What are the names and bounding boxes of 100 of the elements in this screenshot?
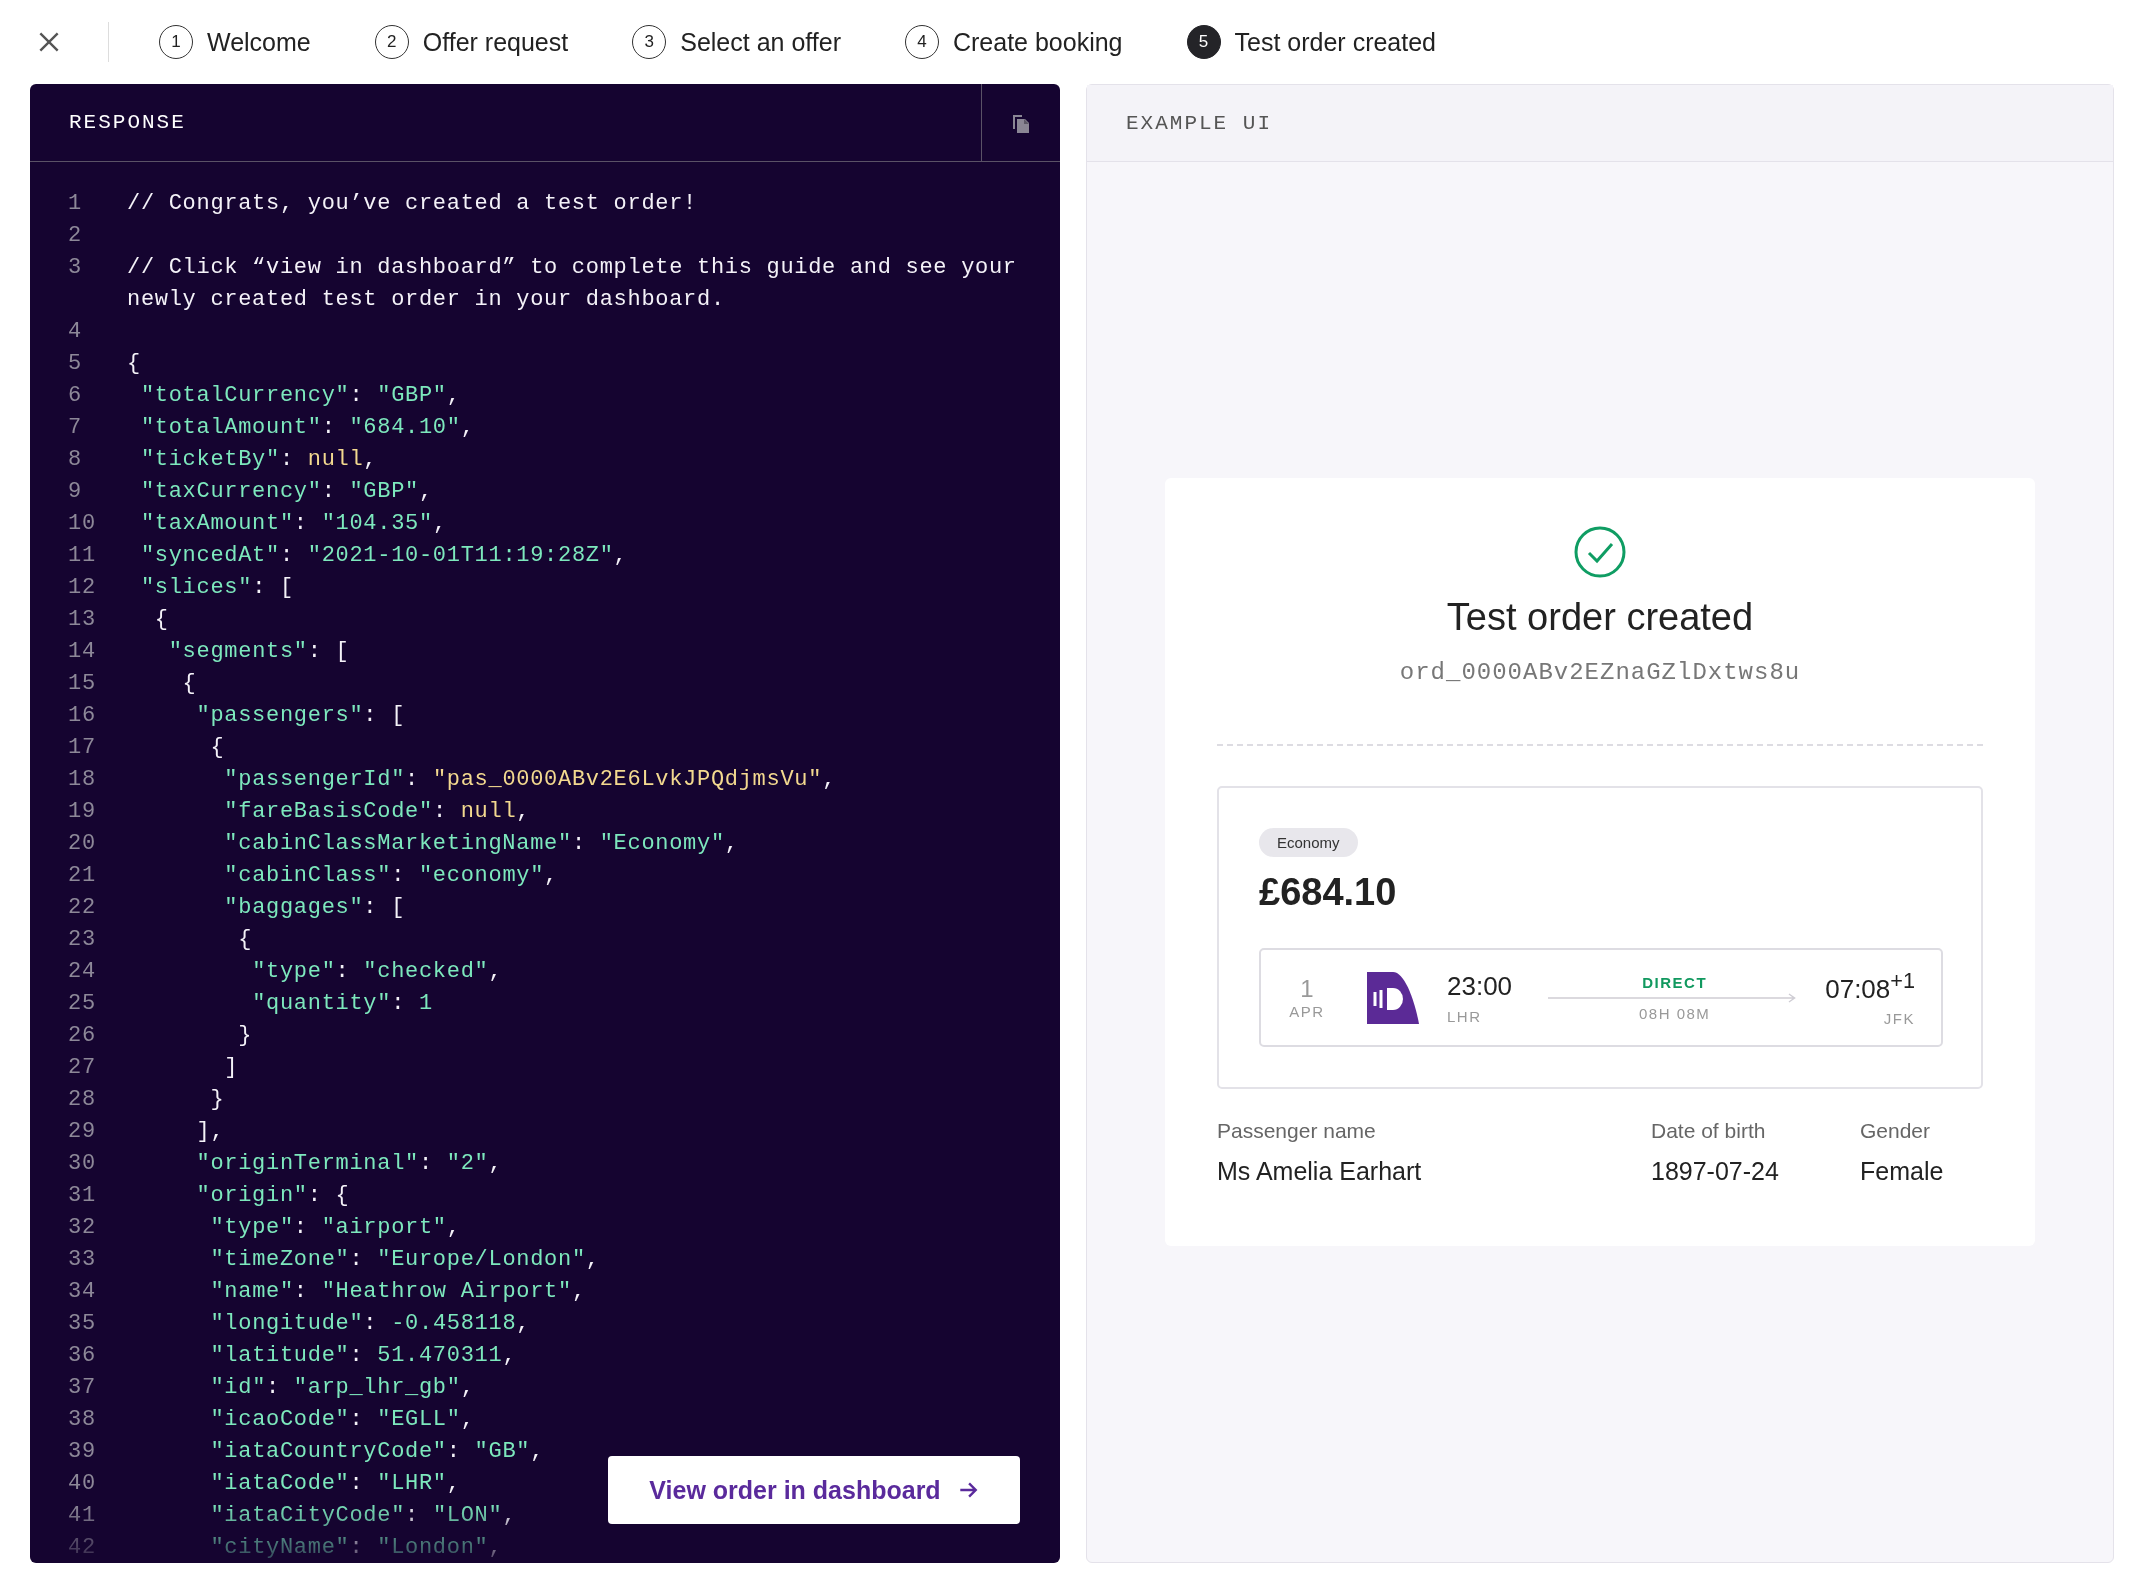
code-line: "passengers": [ bbox=[195, 702, 406, 730]
line-number: 1 bbox=[68, 190, 83, 218]
code-line: "syncedAt": "2021-10-01T11:19:28Z", bbox=[139, 542, 628, 570]
origin-code: LHR bbox=[1447, 1007, 1483, 1025]
code-line: // Click “view in dashboard” to complete this guide and see your newly created test order in your dashboard. bbox=[127, 254, 1018, 314]
destination-code: JFK bbox=[1883, 1010, 1915, 1028]
offer-price: £684.10 bbox=[1259, 871, 1398, 914]
line-number: 31 bbox=[68, 1182, 97, 1210]
code-line: "taxCurrency": "GBP", bbox=[139, 478, 433, 506]
code-line: { bbox=[209, 734, 225, 762]
code-line: "name": "Heathrow Airport", bbox=[209, 1278, 586, 1306]
line-number: 10 bbox=[68, 510, 97, 538]
line-number: 15 bbox=[68, 670, 97, 698]
code-line: "cabinClass": "economy", bbox=[223, 862, 558, 890]
line-number: 23 bbox=[68, 926, 97, 954]
code-line: { bbox=[127, 350, 141, 378]
code-line: "quantity": 1 bbox=[251, 990, 433, 1018]
field-label: Date of birth bbox=[1651, 1119, 1767, 1143]
panel-title: EXAMPLE UI bbox=[1126, 111, 1273, 135]
line-number: 40 bbox=[68, 1470, 97, 1498]
line-number: 7 bbox=[68, 414, 83, 442]
code-line: } bbox=[237, 1022, 253, 1050]
code-line: "iataCode": "LHR", bbox=[209, 1470, 461, 1498]
line-number: 37 bbox=[68, 1374, 97, 1402]
code-line: "segments": [ bbox=[167, 638, 350, 666]
line-number: 11 bbox=[68, 542, 97, 570]
line-number: 41 bbox=[68, 1502, 97, 1530]
code-line: { bbox=[153, 606, 169, 634]
line-number: 17 bbox=[68, 734, 97, 762]
airline-logo-icon bbox=[1367, 971, 1419, 1024]
date-day: 1 bbox=[1300, 975, 1314, 1003]
code-line: "cabinClassMarketingName": "Economy", bbox=[223, 830, 739, 858]
arrival-time: 07:08$^{+1}$ bbox=[1825, 967, 1915, 1005]
line-number: 21 bbox=[68, 862, 97, 890]
step-tab[interactable]: 5 Test order created bbox=[1186, 25, 1437, 59]
line-number: 9 bbox=[68, 478, 83, 506]
code-line: "totalAmount": "684.10", bbox=[139, 414, 475, 442]
step-tab[interactable]: 4 Create booking bbox=[904, 25, 1123, 59]
line-number: 42 bbox=[68, 1534, 97, 1562]
code-line: { bbox=[181, 670, 197, 698]
code-line: "type": "airport", bbox=[209, 1214, 461, 1242]
line-number: 26 bbox=[68, 1022, 97, 1050]
line-number: 28 bbox=[68, 1086, 97, 1114]
code-line: "type": "checked", bbox=[251, 958, 503, 986]
line-number: 20 bbox=[68, 830, 97, 858]
line-number: 25 bbox=[68, 990, 97, 1018]
code-line: "icaoCode": "EGLL", bbox=[209, 1406, 475, 1434]
confirmation-title: Test order created bbox=[1446, 596, 1754, 639]
code-line: ], bbox=[195, 1118, 225, 1146]
line-number: 13 bbox=[68, 606, 97, 634]
step-tab[interactable]: 2 Offer request bbox=[374, 25, 569, 59]
date-month: APR bbox=[1289, 1003, 1325, 1020]
code-line: "ticketBy": null, bbox=[139, 446, 378, 474]
field-label: Passenger name bbox=[1217, 1119, 1377, 1143]
code-line: // Congrats, you’ve created a test order! bbox=[127, 190, 697, 218]
check-icon bbox=[1574, 526, 1626, 578]
order-id: ord_0000ABv2EZnaGZlDxtws8u bbox=[1399, 659, 1801, 686]
code-line: ] bbox=[223, 1054, 239, 1082]
line-number: 24 bbox=[68, 958, 97, 986]
line-number: 38 bbox=[68, 1406, 97, 1434]
code-line: "taxAmount": "104.35", bbox=[139, 510, 447, 538]
panel-title: RESPONSE bbox=[68, 111, 187, 134]
stops-label: DIRECT bbox=[1642, 973, 1708, 991]
line-number: 16 bbox=[68, 702, 97, 730]
line-number: 29 bbox=[68, 1118, 97, 1146]
field-value: 1897-07-24 bbox=[1651, 1157, 1780, 1186]
code-line: "originTerminal": "2", bbox=[195, 1150, 503, 1178]
flight-duration: 08H 08M bbox=[1638, 1004, 1711, 1022]
code-line: } bbox=[209, 1086, 225, 1114]
code-line: "passengerId": "pas_0000ABv2E6LvkJPQdjmsVu", bbox=[223, 766, 837, 794]
line-number: 3 bbox=[68, 254, 83, 282]
departure-time: 23:00 bbox=[1447, 970, 1513, 1002]
line-number: 27 bbox=[68, 1054, 97, 1082]
line-number: 35 bbox=[68, 1310, 97, 1338]
line-number: 19 bbox=[68, 798, 97, 826]
line-number: 5 bbox=[68, 350, 83, 378]
line-number: 18 bbox=[68, 766, 97, 794]
line-number: 32 bbox=[68, 1214, 97, 1242]
line-number: 2 bbox=[68, 222, 83, 250]
line-number: 36 bbox=[68, 1342, 97, 1370]
field-value: Ms Amelia Earhart bbox=[1217, 1157, 1423, 1186]
field-label: Gender bbox=[1860, 1119, 1932, 1143]
code-line: "totalCurrency": "GBP", bbox=[139, 382, 461, 410]
step-tab[interactable]: 1 Welcome bbox=[159, 25, 311, 59]
field-value: Female bbox=[1860, 1157, 1945, 1186]
code-line: "slices": [ bbox=[139, 574, 294, 602]
line-number: 8 bbox=[68, 446, 83, 474]
code-line: "iataCountryCode": "GB", bbox=[209, 1438, 545, 1466]
code-line: "longitude": -0.458118, bbox=[209, 1310, 531, 1338]
line-number: 4 bbox=[68, 318, 83, 346]
line-number: 30 bbox=[68, 1150, 97, 1178]
code-line: "latitude": 51.470311, bbox=[209, 1342, 517, 1370]
code-line: "origin": { bbox=[195, 1182, 350, 1210]
line-number: 33 bbox=[68, 1246, 97, 1274]
code-line: "iataCityCode": "LON", bbox=[209, 1502, 517, 1530]
step-tab[interactable]: 3 Select an offer bbox=[632, 25, 841, 59]
cabin-class-badge: Economy bbox=[1259, 828, 1358, 857]
line-number: 39 bbox=[68, 1438, 97, 1466]
line-number: 6 bbox=[68, 382, 83, 410]
view-order-button[interactable]: View order in dashboard bbox=[608, 1456, 1020, 1524]
